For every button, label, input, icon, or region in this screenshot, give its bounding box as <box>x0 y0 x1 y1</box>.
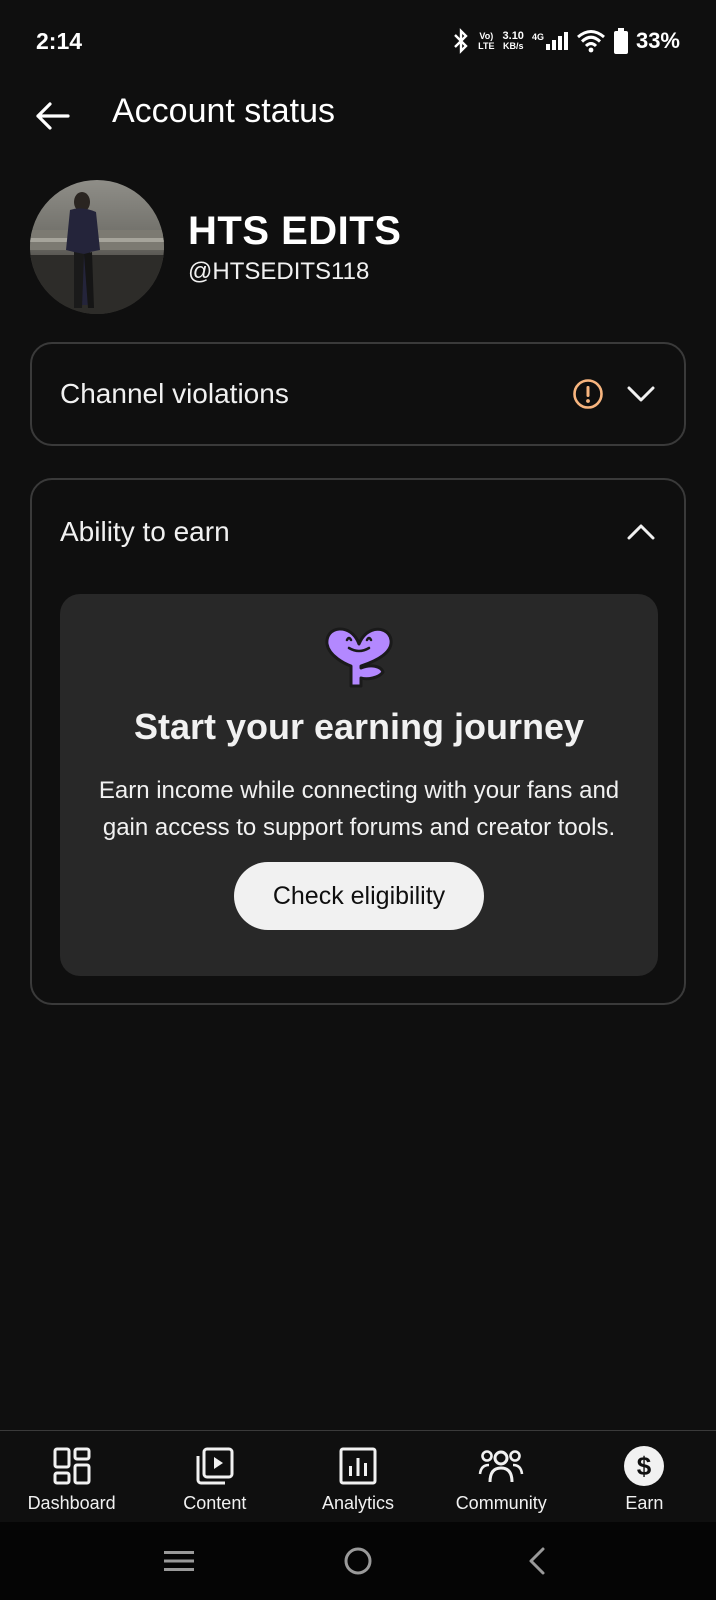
community-icon <box>478 1450 524 1483</box>
nav-label: Earn <box>625 1493 664 1513</box>
nav-label: Community <box>455 1493 547 1513</box>
status-bar: 2:14 Vo) LTE 3.10 KB/s 4G 33% <box>0 0 716 82</box>
wifi-icon <box>576 30 605 53</box>
nav-item-content[interactable]: Content <box>143 1431 286 1522</box>
menu-icon <box>164 1551 195 1571</box>
channel-name: HTS EDITS <box>188 208 402 253</box>
chevron-down-icon[interactable] <box>626 384 656 404</box>
app-header: Account status <box>0 82 716 148</box>
mascot-icon <box>325 627 393 688</box>
nav-item-dashboard[interactable]: Dashboard <box>0 1431 143 1522</box>
signal-icon: 4G <box>532 32 568 50</box>
earning-journey-title: Start your earning journey <box>133 706 585 747</box>
battery-icon <box>613 28 628 54</box>
svg-text:$: $ <box>637 1451 652 1481</box>
bottom-nav: Dashboard Content Analytics Community $ … <box>0 1430 716 1522</box>
earning-journey-panel: Start your earning journey Earn income w… <box>60 594 658 976</box>
home-button[interactable] <box>328 1536 388 1586</box>
status-icons: Vo) LTE 3.10 KB/s 4G 33% <box>452 28 680 54</box>
nav-label: Content <box>183 1493 247 1513</box>
nav-item-analytics[interactable]: Analytics <box>286 1431 429 1522</box>
bluetooth-icon <box>454 28 468 54</box>
back-button[interactable] <box>30 94 74 138</box>
page-title: Account status <box>112 92 336 130</box>
avatar <box>30 180 164 314</box>
home-circle-icon <box>344 1547 372 1575</box>
system-back-button[interactable] <box>507 1536 567 1586</box>
ability-to-earn-card: Ability to earn Start your earning journ… <box>30 478 686 1005</box>
channel-violations-label: Channel violations <box>60 378 289 409</box>
dashboard-icon <box>53 1447 91 1485</box>
volte-indicator: Vo) LTE <box>478 31 495 51</box>
nav-label: Dashboard <box>27 1493 116 1513</box>
recents-button[interactable] <box>149 1536 209 1586</box>
arrow-left-icon <box>36 102 70 130</box>
content-icon <box>196 1447 234 1485</box>
ability-to-earn-header[interactable]: Ability to earn <box>32 480 684 584</box>
status-time: 2:14 <box>36 27 83 54</box>
channel-violations-card[interactable]: Channel violations <box>30 342 686 446</box>
ability-to-earn-label: Ability to earn <box>60 516 230 547</box>
nav-label: Analytics <box>321 1493 395 1513</box>
earn-icon: $ <box>624 1446 665 1486</box>
system-nav-bar <box>0 1522 716 1600</box>
check-eligibility-button[interactable]: Check eligibility <box>234 862 484 930</box>
warning-icon <box>573 379 603 409</box>
nav-item-community[interactable]: Community <box>430 1431 573 1522</box>
channel-profile: HTS EDITS @HTSEDITS118 <box>30 180 401 314</box>
nav-item-earn[interactable]: $ Earn <box>573 1431 716 1522</box>
network-speed: 3.10 KB/s <box>502 30 524 52</box>
analytics-icon <box>339 1447 377 1485</box>
chevron-up-icon[interactable] <box>626 522 656 542</box>
battery-percent: 33% <box>635 28 680 53</box>
earning-journey-description: Earn income while connecting with your f… <box>98 777 620 841</box>
chevron-left-icon <box>529 1547 545 1575</box>
channel-handle: @HTSEDITS118 <box>188 257 370 285</box>
